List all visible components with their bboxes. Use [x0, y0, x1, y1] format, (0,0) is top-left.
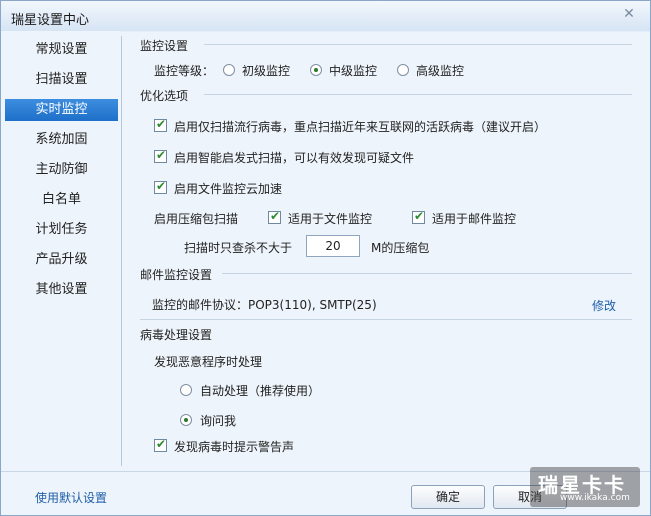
radio-ask-me[interactable] — [180, 414, 192, 426]
settings-panel: 监控设置 监控等级： 初级监控 中级监控 高级监控 优化选项 启用仅扫描流行病毒… — [122, 31, 650, 471]
monitor-level-label: 监控等级： — [154, 64, 215, 78]
compress-size-input[interactable]: 20 — [306, 235, 360, 257]
mail-section-title: 邮件监控设置 — [140, 268, 213, 282]
checkbox-compress-file-monitor-label[interactable]: 适用于文件监控 — [288, 210, 372, 227]
mail-modify-link[interactable]: 修改 — [592, 297, 616, 314]
section-divider — [140, 319, 632, 320]
radio-level-basic-label[interactable]: 初级监控 — [242, 62, 290, 79]
compress-scan-label: 启用压缩包扫描 — [154, 212, 239, 226]
section-divider — [204, 94, 632, 95]
sidebar-item-general[interactable]: 常规设置 — [5, 39, 118, 61]
checkbox-compress-mail-monitor-label[interactable]: 适用于邮件监控 — [432, 210, 516, 227]
virus-section-title: 病毒处理设置 — [140, 328, 213, 342]
settings-window: 瑞星设置中心 ✕ 常规设置 扫描设置 实时监控 系统加固 主动防御 白名单 计划… — [0, 0, 651, 516]
virus-handling-subheading: 发现恶意程序时处理 — [154, 355, 263, 369]
radio-auto-handle[interactable] — [180, 384, 192, 396]
sidebar-item-system-hardening[interactable]: 系统加固 — [5, 129, 118, 151]
watermark-url: www.ikaka.com — [560, 493, 630, 503]
checkbox-compress-file-monitor[interactable] — [268, 209, 281, 224]
sidebar-item-product-upgrade[interactable]: 产品升级 — [5, 249, 118, 271]
use-default-settings-link[interactable]: 使用默认设置 — [35, 489, 107, 506]
section-divider — [222, 273, 632, 274]
checkbox-popular-virus-scan[interactable] — [154, 117, 167, 132]
sidebar-item-scan[interactable]: 扫描设置 — [5, 69, 118, 91]
radio-level-advanced-label[interactable]: 高级监控 — [416, 62, 464, 79]
radio-level-medium-label[interactable]: 中级监控 — [329, 62, 377, 79]
sidebar-item-scheduled-tasks[interactable]: 计划任务 — [5, 219, 118, 241]
sidebar-item-active-defense[interactable]: 主动防御 — [5, 159, 118, 181]
checkbox-alert-sound-label[interactable]: 发现病毒时提示警告声 — [174, 438, 294, 455]
sidebar: 常规设置 扫描设置 实时监控 系统加固 主动防御 白名单 计划任务 产品升级 其… — [1, 31, 121, 471]
sidebar-item-whitelist[interactable]: 白名单 — [5, 189, 118, 211]
checkbox-alert-sound[interactable] — [154, 437, 167, 452]
window-title: 瑞星设置中心 — [11, 13, 90, 28]
optimize-section-title: 优化选项 — [140, 89, 189, 103]
section-divider — [204, 44, 632, 45]
checkbox-heuristic-scan[interactable] — [154, 148, 167, 163]
title-bar: 瑞星设置中心 ✕ — [1, 1, 650, 31]
watermark-logo: 瑞星卡卡 www.ikaka.com — [530, 467, 640, 507]
checkbox-cloud-acceleration[interactable] — [154, 179, 167, 194]
sidebar-item-other-settings[interactable]: 其他设置 — [5, 279, 118, 301]
checkbox-compress-mail-monitor[interactable] — [412, 209, 425, 224]
ok-button[interactable]: 确定 — [411, 485, 485, 509]
mail-protocol-text: 监控的邮件协议：POP3(110), SMTP(25) — [152, 298, 377, 312]
checkbox-popular-virus-scan-label[interactable]: 启用仅扫描流行病毒，重点扫描近年来互联网的活跃病毒（建议开启） — [174, 118, 546, 135]
close-icon[interactable]: ✕ — [620, 5, 638, 23]
radio-level-advanced[interactable] — [397, 64, 409, 76]
radio-ask-me-label[interactable]: 询问我 — [200, 412, 236, 429]
checkbox-cloud-acceleration-label[interactable]: 启用文件监控云加速 — [174, 180, 282, 197]
compress-size-suffix: M的压缩包 — [371, 241, 430, 255]
sidebar-item-realtime-monitor[interactable]: 实时监控 — [5, 99, 118, 121]
radio-auto-handle-label[interactable]: 自动处理（推荐使用） — [200, 382, 320, 399]
radio-level-basic[interactable] — [223, 64, 235, 76]
compress-size-prefix: 扫描时只查杀不大于 — [184, 241, 293, 255]
monitor-section-title: 监控设置 — [140, 39, 189, 53]
radio-level-medium[interactable] — [310, 64, 322, 76]
checkbox-heuristic-scan-label[interactable]: 启用智能启发式扫描，可以有效发现可疑文件 — [174, 149, 414, 166]
